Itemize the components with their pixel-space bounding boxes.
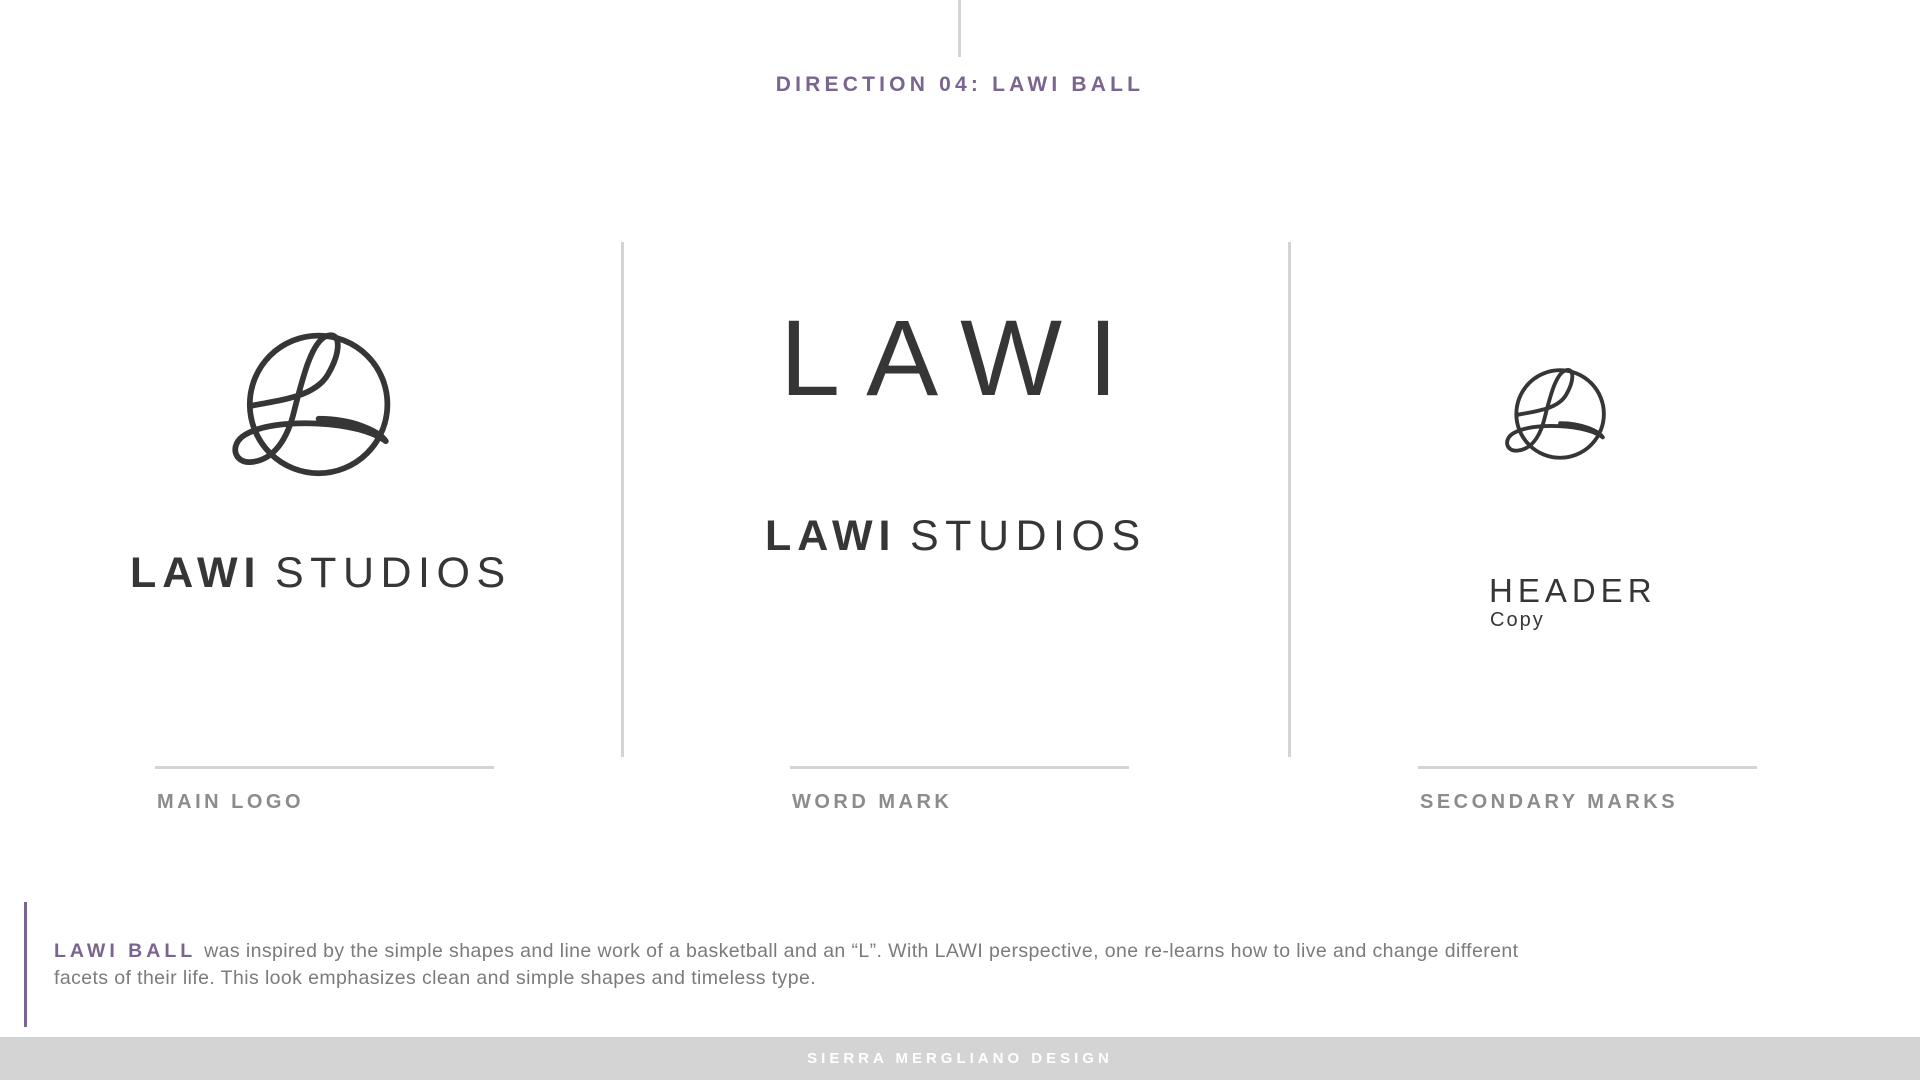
header-type-sample: HEADER: [1489, 572, 1657, 609]
description-text: was inspired by the simple shapes and li…: [54, 940, 1519, 989]
copy-type-sample: Copy: [1490, 609, 1545, 631]
wordmark-studios-text: STUDIOS: [910, 512, 1147, 560]
caption-word-mark: WORD MARK: [792, 791, 953, 813]
description-lead: LAWI BALL: [54, 940, 197, 962]
caption-rule-word-mark: [790, 766, 1129, 769]
lawi-ball-small-icon: [1505, 368, 1606, 460]
caption-secondary-marks: SECONDARY MARKS: [1420, 791, 1679, 813]
column-divider-right: [1288, 242, 1291, 757]
direction-title: DIRECTION 04: LAWI BALL: [775, 73, 1145, 96]
caption-rule-secondary-marks: [1418, 766, 1757, 769]
top-divider-tick: [958, 0, 961, 57]
description-accent-bar: [24, 902, 27, 1027]
main-logo-lawi-text: LAWI: [130, 549, 262, 597]
footer-bar: SIERRA MERGLIANO DESIGN: [0, 1037, 1920, 1080]
caption-main-logo: MAIN LOGO: [157, 791, 305, 813]
lawi-ball-icon: [232, 332, 391, 477]
main-logo-studios-text: STUDIOS: [275, 549, 512, 597]
description-paragraph: LAWI BALL was inspired by the simple shap…: [54, 938, 1534, 992]
footer-credit: SIERRA MERGLIANO DESIGN: [807, 1050, 1113, 1067]
wordmark-lawi-text: LAWI: [765, 512, 897, 560]
wordmark-large-text: LAWI: [780, 297, 1145, 418]
presentation-slide: DIRECTION 04: LAWI BALL LAWI STUDIOS LAW…: [0, 0, 1920, 1080]
column-divider-left: [621, 242, 624, 757]
caption-rule-main-logo: [155, 766, 494, 769]
